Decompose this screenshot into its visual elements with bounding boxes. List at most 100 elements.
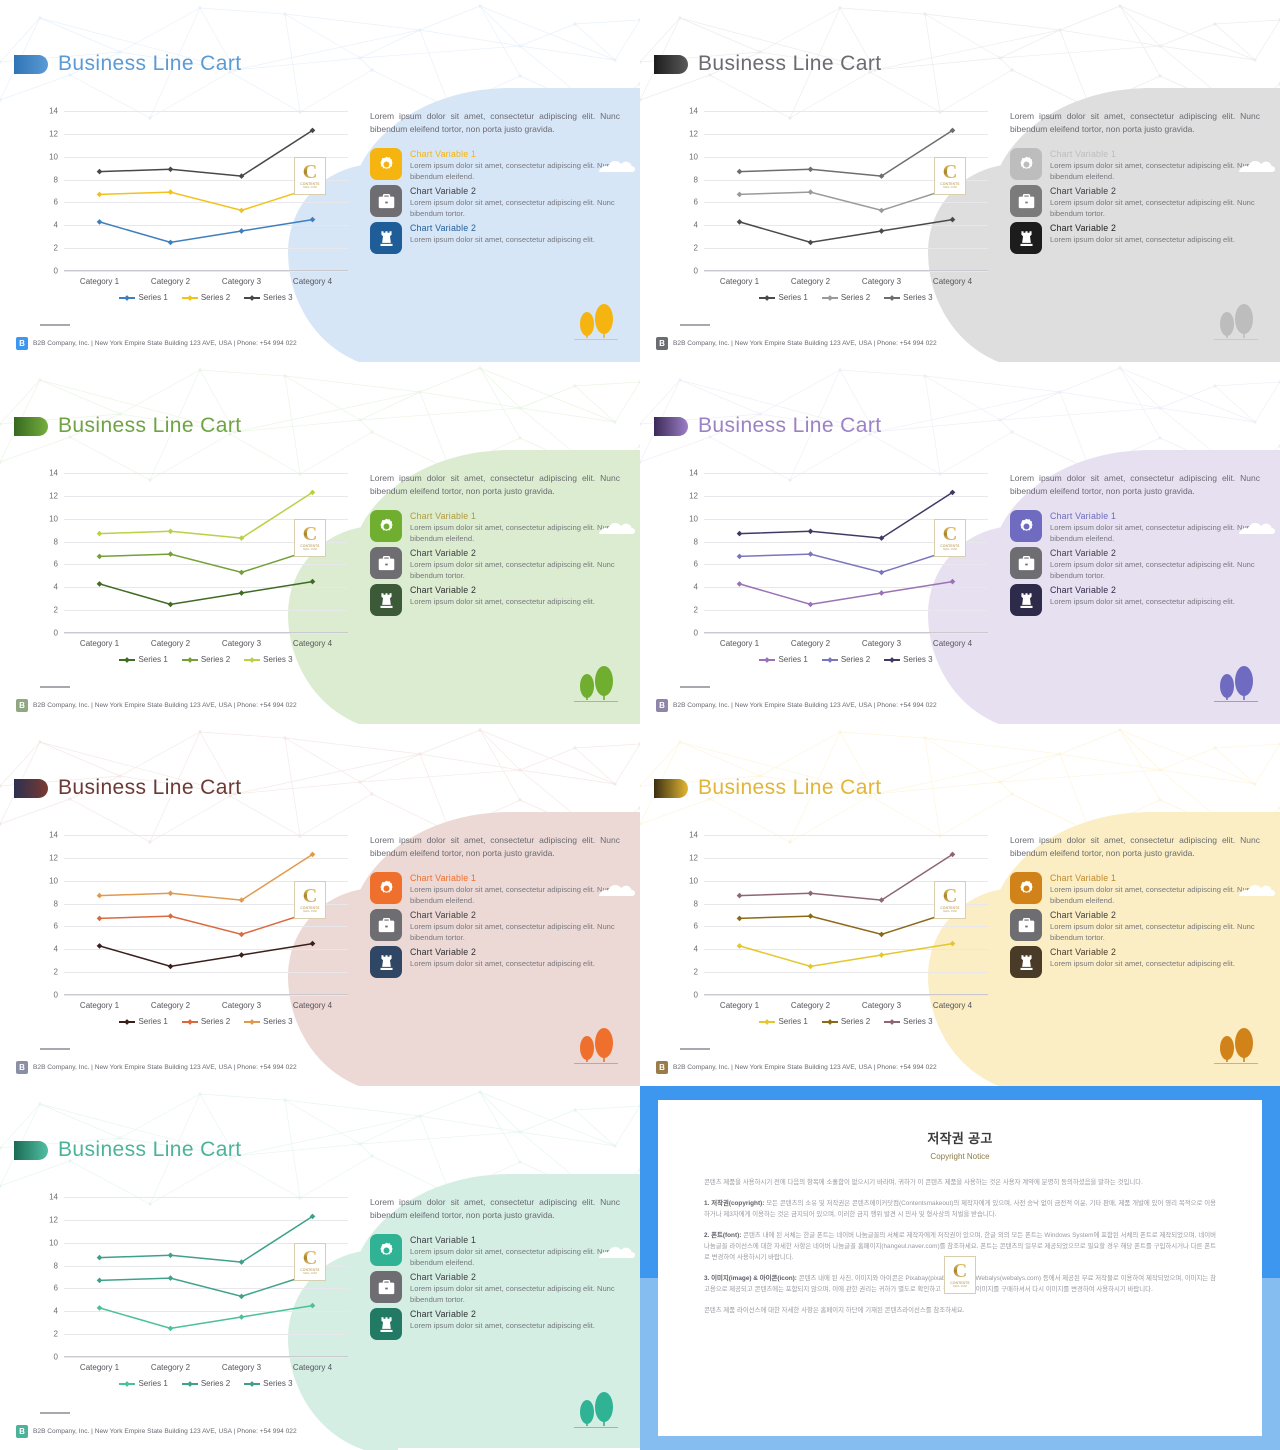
legend-label: Series 2: [200, 293, 231, 302]
feature-item[interactable]: Chart Variable 1 Lorem ipsum dolor sit am…: [370, 1234, 620, 1268]
chart-legend: Series 1 Series 2 Series 3: [704, 655, 988, 664]
company-logo: B: [656, 337, 668, 350]
x-axis-tick-label: Category 2: [150, 277, 191, 286]
contents-watermark-logo: C CONTENTS MALL.COM: [294, 1243, 326, 1281]
legend-label: Series 3: [903, 293, 933, 302]
feature-text: Chart Variable 1 Lorem ipsum dolor sit am…: [410, 872, 620, 906]
feature-item[interactable]: Chart Variable 2 Lorem ipsum dolor sit am…: [1010, 547, 1260, 581]
feature-item[interactable]: Chart Variable 2 Lorem ipsum dolor sit am…: [1010, 909, 1260, 943]
slide-copyright-notice: 저작권 공고 Copyright Notice 콘텐츠 제품을 사용하시기 전에 다…: [640, 1086, 1280, 1450]
y-axis-tick-label: 6: [693, 921, 698, 931]
feature-item[interactable]: Chart Variable 2 Lorem ipsum dolor sit am…: [1010, 185, 1260, 219]
feature-body: Lorem ipsum dolor sit amet, consectetur …: [1050, 198, 1255, 218]
feature-item[interactable]: Chart Variable 1 Lorem ipsum dolor sit am…: [1010, 510, 1260, 544]
watermark-line2: MALL.COM: [303, 1271, 317, 1275]
y-axis-tick-label: 14: [49, 830, 58, 840]
feature-body: Lorem ipsum dolor sit amet, consectetur …: [1050, 560, 1255, 580]
footer-rule: [40, 324, 70, 326]
feature-item[interactable]: Chart Variable 2 Lorem ipsum dolor sit am…: [370, 222, 620, 254]
line-chart: 14 12 10 8 6 4 2 0 C CONTENTS MALL.COM Category 1 Ca…: [26, 467, 356, 667]
page-title: Business Line Cart: [698, 414, 882, 437]
legend-label: Series 1: [138, 1379, 168, 1388]
feature-item[interactable]: Chart Variable 1 Lorem ipsum dolor sit am…: [1010, 872, 1260, 906]
x-axis-tick-label: Category 2: [150, 639, 191, 648]
y-axis-tick-label: 2: [693, 605, 698, 615]
chart-legend: Series 1 Series 2 Series 3: [704, 1017, 988, 1026]
briefcase-icon: [1010, 185, 1042, 217]
watermark-line2: MALL.COM: [303, 909, 317, 913]
slide-footer: B B2B Company, Inc. | New York Empire Sta…: [656, 337, 937, 350]
legend-label: Series 3: [263, 655, 293, 664]
watermark-letter: C: [302, 1246, 318, 1269]
page-title: Business Line Cart: [58, 414, 242, 437]
feature-item[interactable]: Chart Variable 2 Lorem ipsum dolor sit am…: [370, 584, 620, 616]
line-chart: 14 12 10 8 6 4 2 0 C CONTENTS MALL.COM Category 1 Ca…: [26, 105, 356, 305]
trees-icon: [570, 658, 622, 710]
feature-item[interactable]: Chart Variable 2 Lorem ipsum dolor sit am…: [370, 185, 620, 219]
feature-body: Lorem ipsum dolor sit amet, consectetur …: [410, 597, 595, 606]
legend-label: Series 3: [903, 655, 933, 664]
feature-title: Chart Variable 2: [1050, 910, 1117, 920]
y-axis-tick-label: 8: [53, 175, 58, 185]
legend-swatch: [119, 1020, 136, 1023]
feature-item[interactable]: Chart Variable 2 Lorem ipsum dolor sit am…: [1010, 584, 1260, 616]
feature-item[interactable]: Chart Variable 2 Lorem ipsum dolor sit am…: [370, 547, 620, 581]
header-mark-icon: [14, 54, 48, 74]
watermark-line2: MALL.COM: [303, 547, 317, 551]
legend-label: Series 3: [263, 1017, 293, 1026]
watermark-letter: C: [942, 884, 958, 907]
legend-item: Series 2: [181, 1017, 230, 1026]
gear-icon: [370, 872, 402, 904]
feature-item[interactable]: Chart Variable 2 Lorem ipsum dolor sit am…: [370, 909, 620, 943]
feature-item[interactable]: Chart Variable 1 Lorem ipsum dolor sit am…: [370, 148, 620, 182]
feature-item[interactable]: Chart Variable 1 Lorem ipsum dolor sit am…: [370, 872, 620, 906]
legend-item: Series 3: [244, 1017, 293, 1026]
feature-item[interactable]: Chart Variable 2 Lorem ipsum dolor sit am…: [370, 1271, 620, 1305]
feature-body: Lorem ipsum dolor sit amet, consectetur …: [410, 560, 615, 580]
contents-watermark-logo: C CONTENTS MALL.COM: [934, 157, 966, 195]
info-panel: Lorem ipsum dolor sit amet, consectetur …: [1010, 472, 1260, 619]
feature-item[interactable]: Chart Variable 2 Lorem ipsum dolor sit am…: [370, 1308, 620, 1340]
feature-text: Chart Variable 2 Lorem ipsum dolor sit am…: [1050, 946, 1235, 978]
header-mark-icon: [654, 778, 688, 798]
feature-item[interactable]: Chart Variable 2 Lorem ipsum dolor sit am…: [370, 946, 620, 978]
copyright-paragraph: 1. 저작권(copyright): 모든 콘텐츠의 소유 및 저작권은 콘텐츠…: [704, 1200, 1217, 1218]
line-chart: 14 12 10 8 6 4 2 0 C CONTENTS MALL.COM Category 1 Ca…: [666, 829, 996, 1029]
feature-body: Lorem ipsum dolor sit amet, consectetur …: [410, 1247, 615, 1267]
legend-label: Series 1: [778, 1017, 808, 1026]
x-axis-tick-label: Category 2: [150, 1363, 191, 1372]
y-axis-tick-label: 0: [53, 1352, 58, 1362]
footer-rule: [680, 1048, 710, 1050]
chart-legend: Series 1 Series 2 Series 3: [64, 1379, 348, 1388]
briefcase-icon: [370, 185, 402, 217]
gridline: [64, 1357, 348, 1358]
chart-legend: Series 1 Series 2 Series 3: [64, 293, 348, 302]
feature-text: Chart Variable 2 Lorem ipsum dolor sit am…: [1050, 222, 1235, 254]
feature-item[interactable]: Chart Variable 1 Lorem ipsum dolor sit am…: [1010, 148, 1260, 182]
feature-item[interactable]: Chart Variable 2 Lorem ipsum dolor sit am…: [1010, 946, 1260, 978]
y-axis-tick-label: 14: [689, 468, 698, 478]
y-axis-tick-label: 6: [53, 1283, 58, 1293]
x-axis-tick-label: Category 4: [932, 1001, 973, 1010]
watermark-letter: C: [942, 522, 958, 545]
x-axis-tick-label: Category 2: [790, 639, 831, 648]
y-axis-tick-label: 4: [53, 582, 58, 592]
y-axis-tick-label: 2: [693, 243, 698, 253]
copyright-paragraph: 콘텐츠 제품을 사용하시기 전에 다음의 항목에 소홀함이 없으시기 바라며, …: [704, 1179, 1143, 1186]
feature-text: Chart Variable 2 Lorem ipsum dolor sit am…: [410, 1308, 595, 1340]
y-axis-tick-label: 10: [689, 514, 698, 524]
feature-body: Lorem ipsum dolor sit amet, consectetur …: [410, 922, 615, 942]
feature-body: Lorem ipsum dolor sit amet, consectetur …: [410, 1321, 595, 1330]
y-axis-tick-label: 6: [53, 559, 58, 569]
x-axis-labels: Category 1 Category 2 Category 3 Category 4: [704, 277, 988, 286]
feature-item[interactable]: Chart Variable 1 Lorem ipsum dolor sit am…: [370, 510, 620, 544]
legend-swatch: [244, 1020, 261, 1023]
copyright-frame: 저작권 공고 Copyright Notice 콘텐츠 제품을 사용하시기 전에 다…: [640, 1086, 1280, 1450]
feature-item[interactable]: Chart Variable 2 Lorem ipsum dolor sit am…: [1010, 222, 1260, 254]
feature-title: Chart Variable 2: [1050, 585, 1117, 595]
footer-rule: [40, 686, 70, 688]
slide-header: Business Line Cart: [14, 414, 241, 438]
footer-rule: [40, 1048, 70, 1050]
legend-label: Series 2: [200, 1379, 231, 1388]
slide-teal: Business Line Cart 14 12 10 8 6 4 2 0 C CONTENTS MA…: [0, 1086, 640, 1450]
